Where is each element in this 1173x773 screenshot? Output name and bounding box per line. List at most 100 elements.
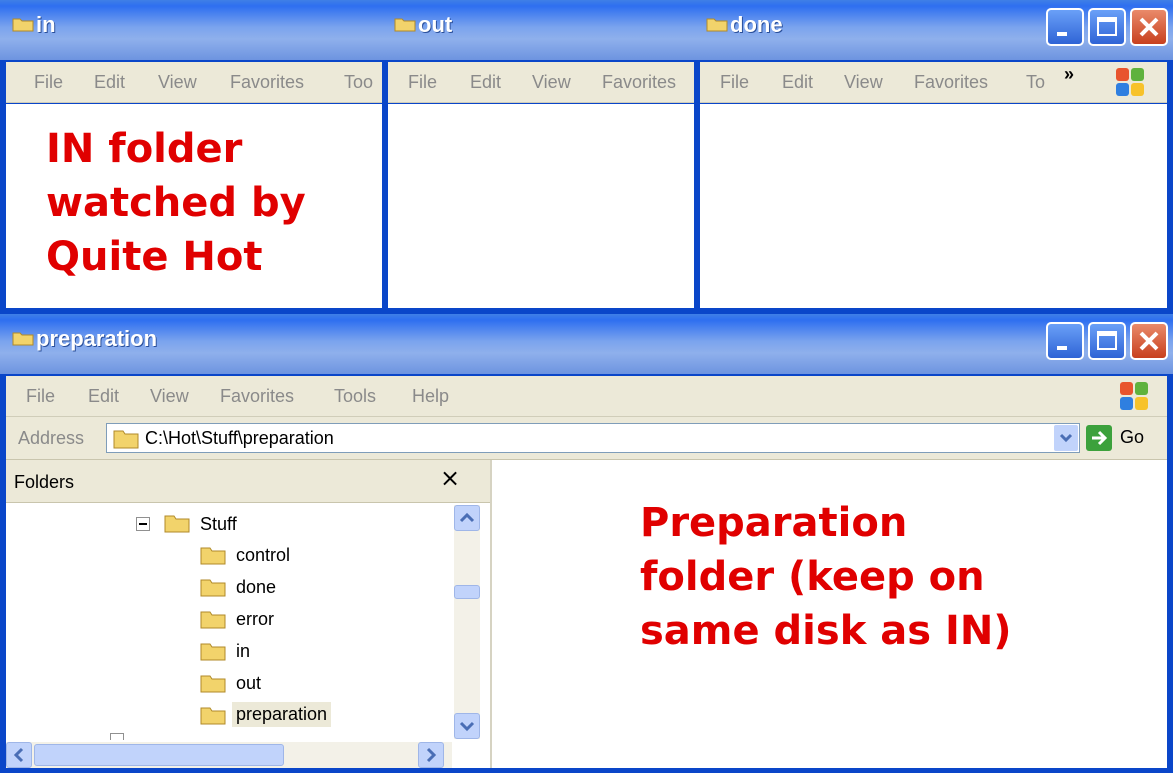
folder-icon bbox=[12, 332, 34, 346]
folder-icon bbox=[12, 18, 34, 32]
go-arrow-icon bbox=[1086, 425, 1112, 451]
close-icon bbox=[1139, 331, 1159, 351]
maximize-icon bbox=[1097, 331, 1117, 350]
menu-tools[interactable]: Tools bbox=[334, 386, 376, 407]
menu-tools[interactable]: Too bbox=[344, 72, 373, 93]
menu-view[interactable]: View bbox=[532, 72, 571, 93]
title-bar[interactable]: done bbox=[694, 0, 1173, 60]
title-bar[interactable]: in bbox=[0, 0, 388, 60]
menu-tools[interactable]: To bbox=[1026, 72, 1045, 93]
menu-edit[interactable]: Edit bbox=[88, 386, 119, 407]
scroll-left-button[interactable] bbox=[6, 742, 32, 768]
chevron-left-icon bbox=[13, 747, 24, 763]
chevron-down-icon bbox=[459, 721, 475, 732]
maximize-button[interactable] bbox=[1088, 322, 1126, 360]
address-bar: Address C:\Hot\Stuff\preparation Go bbox=[6, 417, 1167, 460]
minimize-icon bbox=[1057, 32, 1067, 36]
close-pane-icon[interactable]: × bbox=[440, 464, 460, 492]
menu-bar: File Edit View Favorites To » bbox=[700, 62, 1167, 103]
menu-edit[interactable]: Edit bbox=[470, 72, 501, 93]
menu-file[interactable]: File bbox=[408, 72, 437, 93]
menu-favorites[interactable]: Favorites bbox=[914, 72, 988, 93]
scroll-down-button[interactable] bbox=[454, 713, 480, 739]
folders-header: Folders × bbox=[6, 460, 490, 503]
scroll-h-thumb[interactable] bbox=[34, 744, 284, 766]
window-title: done bbox=[730, 12, 783, 37]
folder-tree[interactable]: Stuff control done error in out preparat… bbox=[6, 503, 452, 740]
tree-item-label: done bbox=[236, 577, 277, 597]
menu-bar: File Edit View Favorites Tools Help bbox=[6, 376, 1167, 417]
menu-favorites[interactable]: Favorites bbox=[230, 72, 304, 93]
folder-content[interactable] bbox=[700, 104, 1167, 308]
menu-file[interactable]: File bbox=[34, 72, 63, 93]
menu-bar: File Edit View Favorites Too bbox=[6, 62, 382, 103]
folder-icon bbox=[706, 18, 728, 32]
go-label: Go bbox=[1120, 427, 1145, 447]
folder-icon bbox=[200, 643, 226, 661]
tree-item-label: out bbox=[236, 673, 262, 693]
annotation-preparation: Preparation folder (keep on same disk as… bbox=[640, 500, 1012, 654]
maximize-icon bbox=[1097, 17, 1117, 36]
address-input[interactable]: C:\Hot\Stuff\preparation bbox=[106, 423, 1080, 453]
menu-view[interactable]: View bbox=[844, 72, 883, 93]
menu-favorites[interactable]: Favorites bbox=[602, 72, 676, 93]
close-button[interactable] bbox=[1130, 8, 1168, 46]
window-title: in bbox=[36, 12, 56, 37]
folder-icon bbox=[200, 675, 226, 693]
annotation-in: IN folder watched by Quite Hot bbox=[46, 126, 306, 280]
menu-edit[interactable]: Edit bbox=[94, 72, 125, 93]
address-value: C:\Hot\Stuff\preparation bbox=[145, 428, 334, 448]
tree-item-label: error bbox=[236, 609, 275, 629]
menu-view[interactable]: View bbox=[150, 386, 189, 407]
folder-icon bbox=[394, 18, 416, 32]
go-button[interactable]: Go bbox=[1086, 423, 1166, 453]
window-title: out bbox=[418, 12, 453, 37]
menu-view[interactable]: View bbox=[158, 72, 197, 93]
menu-help[interactable]: Help bbox=[412, 386, 449, 407]
maximize-button[interactable] bbox=[1088, 8, 1126, 46]
folder-content[interactable]: Preparation folder (keep on same disk as… bbox=[492, 460, 1167, 768]
scroll-thumb[interactable] bbox=[454, 585, 480, 599]
close-button[interactable] bbox=[1130, 322, 1168, 360]
chevron-down-icon bbox=[1059, 433, 1073, 443]
menu-file[interactable]: File bbox=[26, 386, 55, 407]
tree-item-label-selected: preparation bbox=[232, 702, 332, 727]
tree-item-label: control bbox=[236, 545, 291, 565]
window-preparation: preparation File Edit View Favorites Too… bbox=[0, 314, 1173, 773]
folder-icon bbox=[200, 547, 226, 565]
title-bar[interactable]: preparation bbox=[0, 314, 1173, 374]
chevron-more-icon[interactable]: » bbox=[1064, 64, 1074, 85]
folders-label: Folders bbox=[14, 472, 75, 492]
tree-item-label: Stuff bbox=[200, 514, 237, 534]
menu-edit[interactable]: Edit bbox=[782, 72, 813, 93]
folder-icon bbox=[164, 515, 190, 533]
horizontal-scrollbar[interactable] bbox=[6, 742, 452, 768]
window-done: done File Edit View Favorites To » bbox=[694, 0, 1173, 314]
tree-collapse-toggle[interactable] bbox=[136, 517, 150, 531]
folders-pane: Folders × Stuff control done error in ou… bbox=[6, 460, 492, 768]
tree-item-label: in bbox=[236, 641, 251, 661]
close-icon bbox=[1139, 17, 1159, 37]
scroll-up-button[interactable] bbox=[454, 505, 480, 531]
window-out: out File Edit View Favorites bbox=[382, 0, 700, 314]
address-dropdown-button[interactable] bbox=[1054, 425, 1078, 451]
windows-logo-icon bbox=[1120, 382, 1150, 412]
menu-file[interactable]: File bbox=[720, 72, 749, 93]
minimize-button[interactable] bbox=[1046, 322, 1084, 360]
minimize-button[interactable] bbox=[1046, 8, 1084, 46]
scroll-right-button[interactable] bbox=[418, 742, 444, 768]
vertical-scrollbar[interactable] bbox=[454, 505, 480, 739]
menu-bar: File Edit View Favorites bbox=[388, 62, 694, 103]
chevron-up-icon bbox=[459, 512, 475, 523]
minimize-icon bbox=[1057, 346, 1067, 350]
folder-content[interactable]: IN folder watched by Quite Hot bbox=[6, 104, 382, 308]
folder-icon bbox=[113, 430, 139, 449]
title-bar[interactable]: out bbox=[382, 0, 700, 60]
folder-icon bbox=[200, 579, 226, 597]
windows-logo-icon bbox=[1116, 68, 1146, 98]
menu-favorites[interactable]: Favorites bbox=[220, 386, 294, 407]
folder-icon bbox=[200, 707, 226, 725]
folder-content[interactable] bbox=[388, 104, 694, 308]
address-label: Address bbox=[18, 428, 85, 448]
tree-item-partial bbox=[110, 733, 124, 740]
